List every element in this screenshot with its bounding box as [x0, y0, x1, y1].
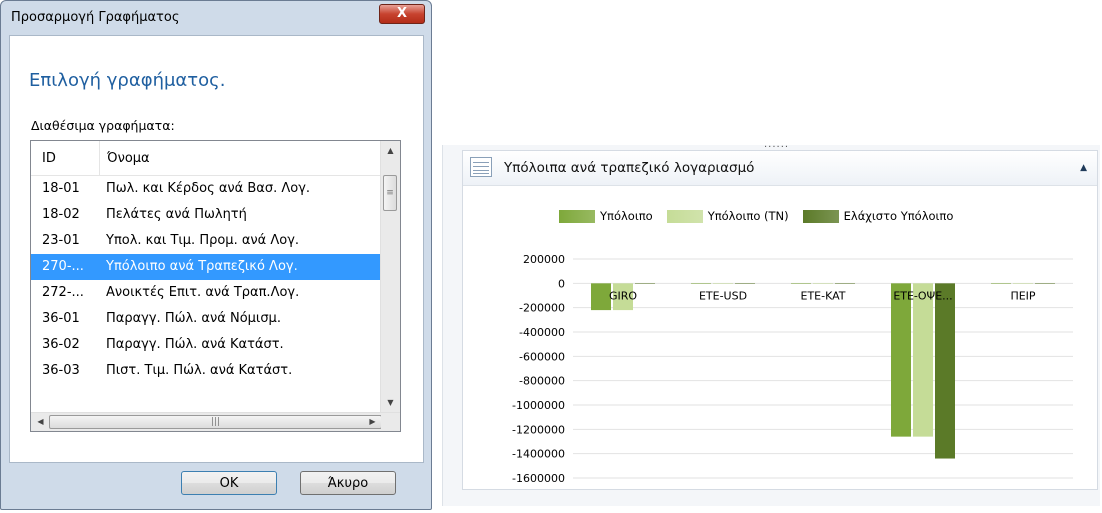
list-item-name: Ανοικτές Επιτ. ανά Τραπ.Λογ. — [106, 285, 300, 300]
scroll-down-icon[interactable]: ▼ — [381, 394, 400, 411]
list-rows: 18-01 Πωλ. και Κέρδος ανά Βασ. Λογ. 18-02 Π… — [31, 176, 381, 384]
y-tick-label: -1600000 — [512, 472, 565, 485]
list-item-name: Πελάτες ανά Πωλητή — [106, 207, 247, 222]
list-item[interactable]: 270-... Υπόλοιπο ανά Τραπεζικό Λογ. — [31, 254, 381, 280]
close-button[interactable]: X — [379, 4, 425, 24]
y-tick-label: 0 — [558, 277, 565, 290]
y-tick-label: -800000 — [519, 375, 565, 388]
y-tick-label: -1000000 — [512, 399, 565, 412]
list-item[interactable]: 23-01 Υπολ. και Τιμ. Προμ. ανά Λογ. — [31, 228, 381, 254]
list-item[interactable]: 18-02 Πελάτες ανά Πωλητή — [31, 202, 381, 228]
y-tick-label: -600000 — [519, 350, 565, 363]
drag-grip[interactable]: ...... — [764, 139, 789, 150]
bar[interactable] — [735, 283, 755, 284]
bar[interactable] — [635, 283, 655, 284]
bar[interactable] — [1013, 283, 1033, 284]
ok-button[interactable]: OK — [181, 471, 277, 495]
dialog-heading: Επιλογή γραφήματος. — [29, 70, 226, 91]
bar[interactable] — [891, 283, 911, 437]
list-item-name: Παραγγ. Πώλ. ανά Κατάστ. — [106, 337, 284, 352]
list-item[interactable]: 36-03 Πιστ. Τιμ. Πώλ. ανά Κατάστ. — [31, 358, 381, 384]
list-item[interactable]: 272-... Ανοικτές Επιτ. ανά Τραπ.Λογ. — [31, 280, 381, 306]
bar[interactable] — [713, 283, 733, 284]
scroll-right-icon[interactable]: ▶ — [364, 413, 381, 431]
list-item-name: Υπόλοιπο ανά Τραπεζικό Λογ. — [106, 259, 298, 274]
dialog-titlebar[interactable]: Προσαρμογή Γραφήματος X — [1, 1, 431, 35]
x-category-label: ETE-KAT — [801, 289, 846, 302]
bar[interactable] — [935, 283, 955, 459]
list-item-id: 36-02 — [42, 337, 80, 352]
list-item-id: 18-02 — [42, 207, 80, 222]
available-charts-label: Διαθέσιμα γραφήματα: — [31, 118, 175, 133]
scroll-left-icon[interactable]: ◀ — [32, 413, 49, 431]
charts-listbox[interactable]: ID Όνομα 18-01 Πωλ. και Κέρδος ανά Βασ. Λ… — [30, 140, 401, 432]
column-header-name[interactable]: Όνομα — [107, 151, 150, 166]
bar[interactable] — [991, 283, 1011, 284]
bar[interactable] — [1035, 283, 1055, 284]
dialog-title: Προσαρμογή Γραφήματος — [11, 10, 180, 25]
y-tick-label: -200000 — [519, 302, 565, 315]
list-item-name: Υπολ. και Τιμ. Προμ. ανά Λογ. — [106, 233, 300, 248]
x-category-label: GIRO — [609, 289, 637, 302]
column-divider[interactable] — [99, 141, 100, 175]
x-category-label: ETE-ΟΨΕ... — [893, 289, 952, 302]
vertical-scroll-thumb[interactable]: ≡ — [383, 175, 397, 211]
list-item-id: 23-01 — [42, 233, 80, 248]
bar[interactable] — [691, 283, 711, 284]
list-item[interactable]: 18-01 Πωλ. και Κέρδος ανά Βασ. Λογ. — [31, 176, 381, 202]
y-tick-label: -400000 — [519, 326, 565, 339]
x-category-label: ΠΕΙΡ — [1010, 289, 1035, 302]
list-item-name: Πωλ. και Κέρδος ανά Βασ. Λογ. — [106, 181, 311, 196]
list-item-id: 36-03 — [42, 363, 80, 378]
bar[interactable] — [813, 283, 833, 284]
list-header: ID Όνομα — [31, 141, 381, 176]
scrollbar-corner — [381, 413, 400, 431]
horizontal-scrollbar[interactable]: ◀ ||| ▶ — [31, 412, 400, 431]
y-tick-label: -1400000 — [512, 448, 565, 461]
list-item-id: 270-... — [42, 259, 84, 274]
list-item[interactable]: 36-01 Παραγγ. Πώλ. ανά Νόμισμ. — [31, 306, 381, 332]
bar-chart: 200000 0 -200000 -400000 -600000 -800000 -1000… — [512, 253, 1073, 485]
list-item-id: 36-01 — [42, 311, 80, 326]
list-item-id: 272-... — [42, 285, 84, 300]
y-tick-label: 200000 — [523, 253, 565, 266]
list-item-name: Πιστ. Τιμ. Πώλ. ανά Κατάστ. — [106, 363, 293, 378]
bar[interactable] — [913, 283, 933, 437]
y-tick-label: -1200000 — [512, 423, 565, 436]
bar[interactable] — [835, 283, 855, 284]
list-item-id: 18-01 — [42, 181, 80, 196]
list-item-name: Παραγγ. Πώλ. ανά Νόμισμ. — [106, 311, 281, 326]
list-item[interactable]: 36-02 Παραγγ. Πώλ. ανά Κατάστ. — [31, 332, 381, 358]
bar[interactable] — [791, 283, 811, 284]
chart-widget: Υπόλοιπα ανά τραπεζικό λογαριασμό ▲ Υπόλ… — [462, 150, 1098, 490]
column-header-id[interactable]: ID — [42, 151, 56, 166]
horizontal-scroll-thumb[interactable]: ||| — [49, 415, 382, 429]
vertical-scrollbar[interactable]: ▲ ≡ ▼ — [380, 141, 400, 414]
x-category-label: ETE-USD — [699, 289, 747, 302]
scroll-up-icon[interactable]: ▲ — [381, 142, 400, 159]
cancel-button[interactable]: Άκυρο — [300, 471, 396, 495]
dialog-footer: OK Άκυρο — [9, 463, 424, 503]
